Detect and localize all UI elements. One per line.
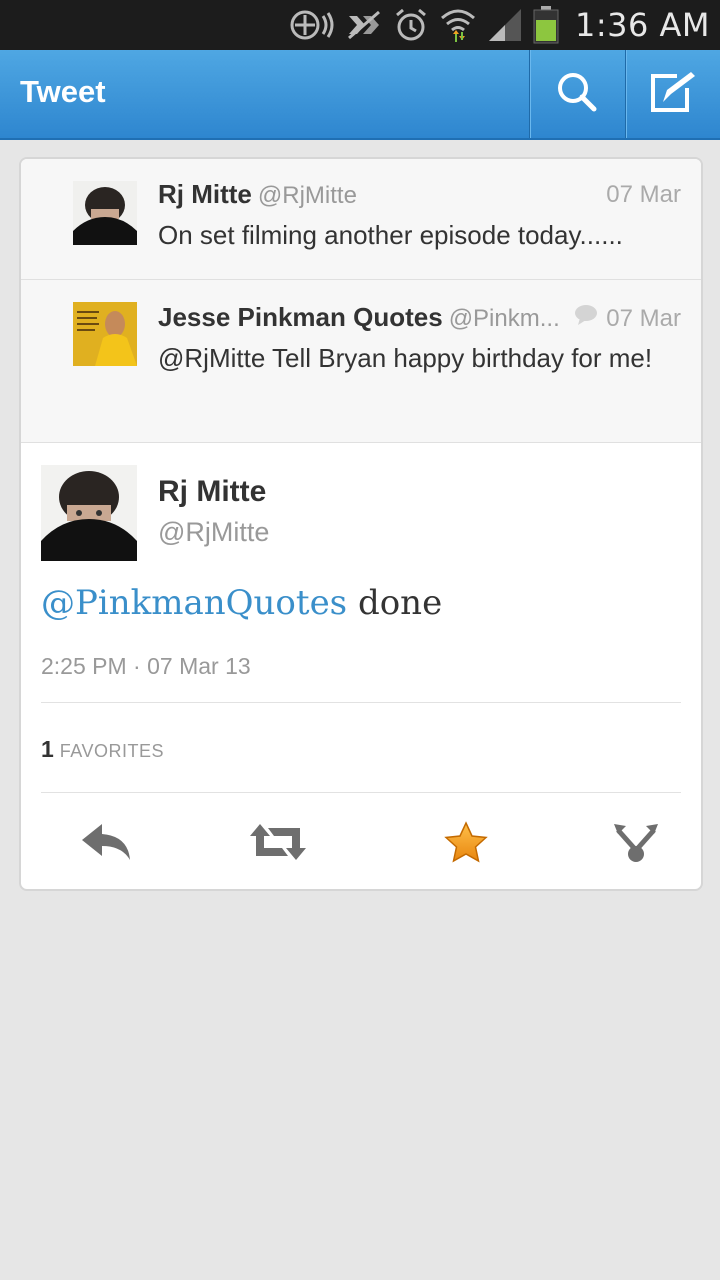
- reply-button[interactable]: [71, 814, 141, 874]
- tweet-detail-card: Rj Mitte @RjMitte 07 Mar On set filming a…: [19, 157, 703, 891]
- avatar[interactable]: [73, 181, 137, 245]
- nfc-icon: [287, 8, 335, 42]
- tweet-text: On set filming another episode today....…: [158, 220, 623, 250]
- divider: [41, 702, 681, 703]
- compose-icon: [649, 70, 697, 119]
- author-name: Jesse Pinkman Quotes @Pinkm...: [158, 302, 560, 332]
- favorites-label: FAVORITES: [59, 741, 164, 761]
- author-handle: @RjMitte: [257, 182, 357, 209]
- status-bar: 1:36 AM: [0, 0, 720, 50]
- author-name: Rj Mitte @RjMitte: [158, 179, 357, 209]
- favorites-count[interactable]: 1 FAVORITES: [41, 736, 164, 763]
- signal-icon: [487, 7, 523, 43]
- context-tweet[interactable]: Rj Mitte @RjMitte 07 Mar On set filming a…: [21, 159, 701, 280]
- tweet-date-group: 07 Mar: [574, 304, 681, 333]
- wifi-icon: [439, 6, 477, 44]
- reply-icon: [80, 822, 132, 867]
- search-icon: [555, 70, 599, 119]
- conversation-icon: [574, 304, 598, 333]
- retweet-button[interactable]: [243, 814, 313, 874]
- page-title: Tweet: [20, 74, 106, 109]
- tweet-text: @PinkmanQuotes done: [41, 583, 442, 623]
- tweet-actions: [21, 804, 701, 880]
- tweet-body: done: [347, 583, 443, 623]
- search-button[interactable]: [529, 50, 624, 138]
- tweet-date: 07 Mar: [606, 181, 681, 208]
- avatar[interactable]: [73, 302, 137, 366]
- author-name: Rj Mitte: [158, 475, 267, 508]
- share-button[interactable]: [601, 814, 671, 874]
- author-handle: @Pinkm...: [448, 305, 560, 332]
- status-clock: 1:36 AM: [574, 6, 710, 44]
- alarm-icon: [393, 7, 429, 43]
- data-blocked-icon: [345, 8, 383, 42]
- retweet-icon: [248, 822, 308, 867]
- tweet-text: @RjMitte Tell Bryan happy birthday for m…: [158, 343, 653, 373]
- author-handle: @RjMitte: [158, 517, 270, 547]
- favorite-button[interactable]: [431, 814, 501, 874]
- battery-icon: [533, 6, 559, 44]
- tweet-timestamp: 2:25 PM · 07 Mar 13: [41, 653, 251, 679]
- share-icon: [612, 820, 660, 869]
- context-tweet[interactable]: Jesse Pinkman Quotes @Pinkm... 07 Mar @Rj…: [21, 280, 701, 443]
- action-bar: Tweet: [0, 50, 720, 140]
- mention-link[interactable]: @PinkmanQuotes: [41, 583, 347, 623]
- avatar[interactable]: [41, 465, 137, 561]
- favorites-number: 1: [41, 736, 54, 762]
- tweet-date: 07 Mar: [606, 304, 681, 332]
- compose-button[interactable]: [625, 50, 720, 138]
- divider: [41, 792, 681, 793]
- favorite-icon: [444, 820, 488, 868]
